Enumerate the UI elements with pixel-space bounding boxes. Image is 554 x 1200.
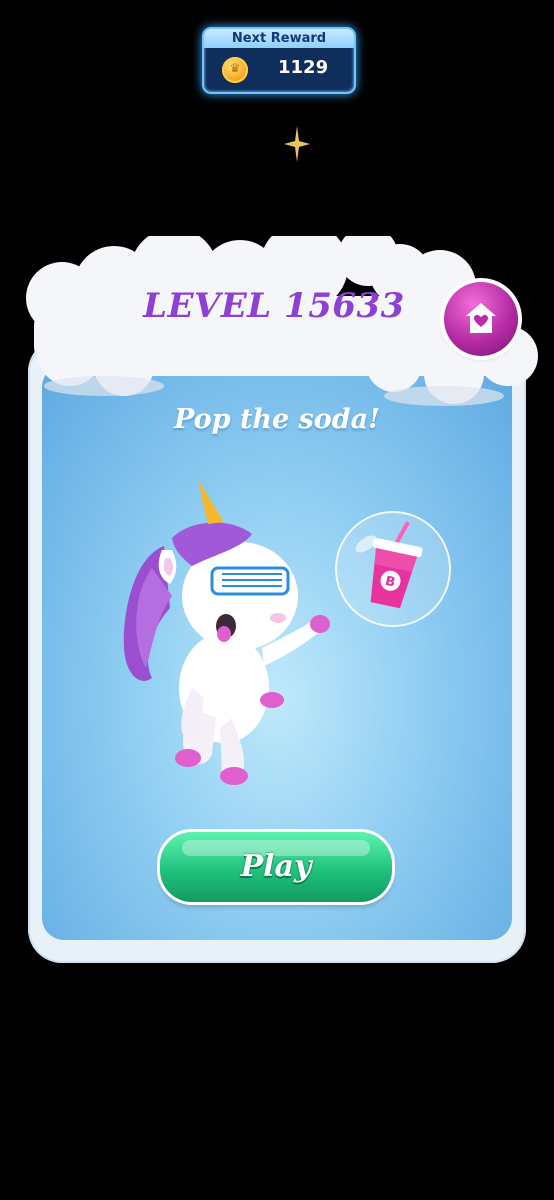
next-reward-badge: Next Reward 1129 (202, 27, 356, 94)
play-button[interactable]: Play (160, 832, 392, 902)
unicorn-character (123, 480, 330, 785)
home-button[interactable] (444, 282, 518, 356)
reward-amount: 1129 (278, 57, 329, 78)
heart-house-icon (466, 303, 496, 333)
sparkle-icon (284, 126, 310, 162)
coin-icon (222, 57, 248, 83)
level-objective: Pop the soda! (174, 404, 380, 435)
play-button-label: Play (240, 849, 312, 884)
soda-bubble: B (335, 511, 451, 627)
next-reward-title: Next Reward (204, 29, 354, 48)
